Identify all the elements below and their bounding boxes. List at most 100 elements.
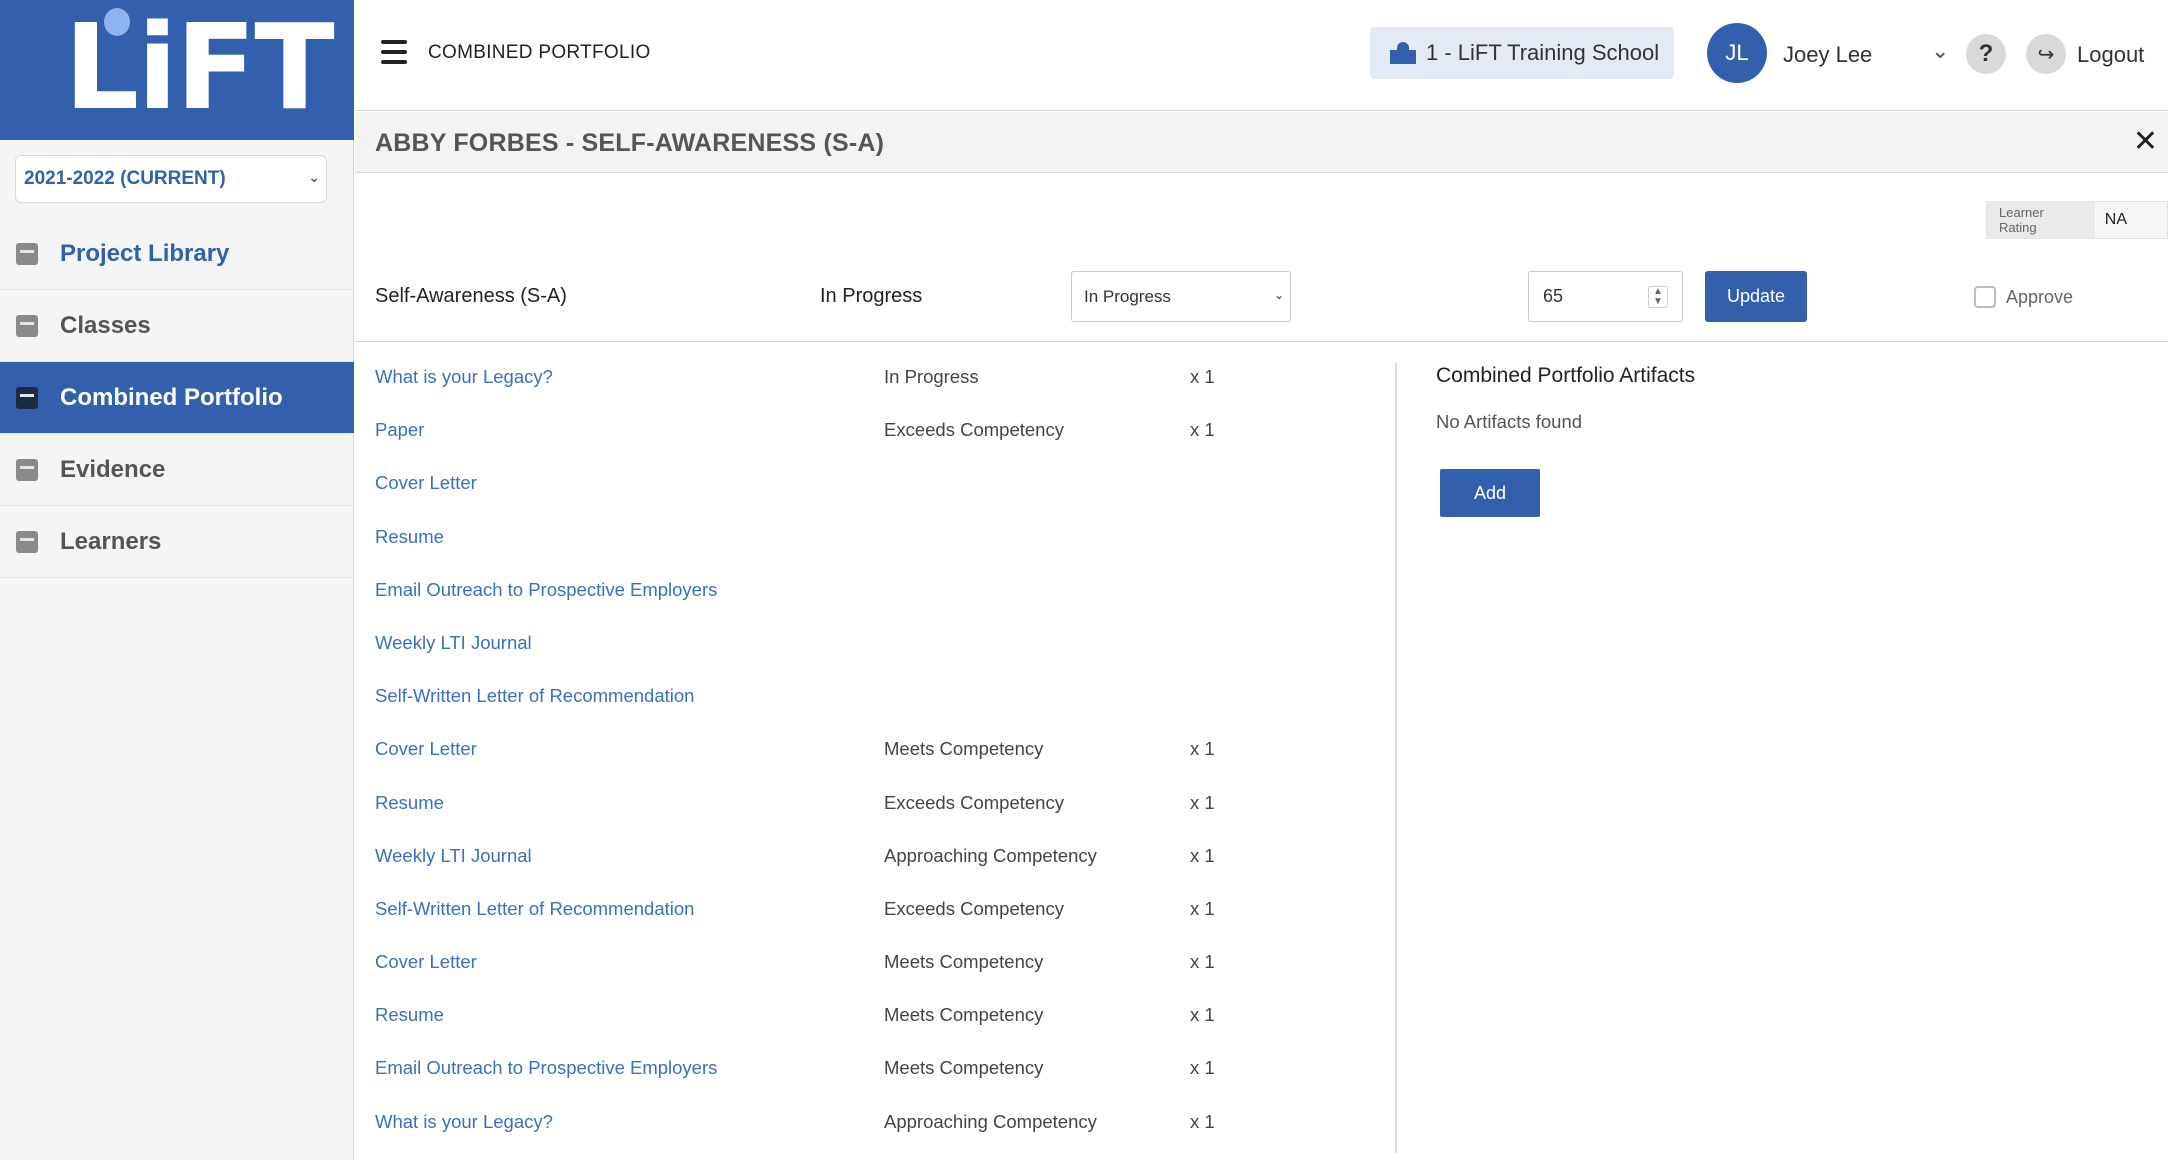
- learner-rating-label: Learner Rating: [1987, 202, 2095, 238]
- list-item: Resume: [375, 518, 1255, 571]
- close-icon[interactable]: ✕: [2133, 124, 2158, 159]
- evidence-link[interactable]: Self-Written Letter of Recommendation: [375, 898, 694, 920]
- approve-label: Approve: [2006, 287, 2074, 307]
- sidebar-item-learners[interactable]: Learners: [0, 506, 354, 578]
- evidence-link[interactable]: Email Outreach to Prospective Employers: [375, 1057, 717, 1079]
- page-title: COMBINED PORTFOLIO: [428, 42, 651, 63]
- evidence-rating: Meets Competency: [884, 738, 1044, 760]
- sidebar-item-label: Evidence: [60, 455, 166, 483]
- status-select[interactable]: In Progress ⌄: [1071, 271, 1291, 322]
- evidence-link[interactable]: Weekly LTI Journal: [375, 845, 532, 867]
- evidence-link[interactable]: Email Outreach to Prospective Employers: [375, 579, 717, 601]
- evidence-rating: Meets Competency: [884, 1057, 1044, 1079]
- evidence-link[interactable]: What is your Legacy?: [375, 1111, 553, 1133]
- status-select-value: In Progress: [1084, 286, 1171, 306]
- evidence-count: x 1: [1190, 366, 1215, 387]
- learner-rating: Learner Rating NA: [1986, 201, 2168, 239]
- list-item: What is your Legacy? In Progress x 1: [375, 358, 1255, 411]
- evidence-rating: Exceeds Competency: [884, 791, 1064, 813]
- evidence-link[interactable]: Resume: [375, 526, 444, 548]
- school-switcher[interactable]: 1 - LiFT Training School: [1370, 27, 1674, 79]
- portfolio-icon: [16, 386, 38, 409]
- evidence-count: x 1: [1190, 738, 1215, 760]
- evidence-link[interactable]: Resume: [375, 792, 444, 814]
- book-icon: [16, 242, 38, 265]
- list-item: Cover Letter Meets Competency x 1: [375, 730, 1255, 783]
- competency-status: In Progress: [820, 285, 923, 307]
- artifacts-empty-message: No Artifacts found: [1436, 411, 1583, 432]
- school-year-select[interactable]: 2021-2022 (CURRENT) ⌄: [15, 155, 327, 203]
- evidence-rating: Exceeds Competency: [884, 419, 1064, 441]
- help-icon[interactable]: ?: [1966, 34, 2006, 74]
- sidebar: LiFT 2021-2022 (CURRENT) ⌄ Project Libra…: [0, 0, 354, 1160]
- stepper-icon[interactable]: ▲ ▼: [1648, 286, 1668, 308]
- panel-title: ABBY FORBES - SELF-AWARENESS (S-A): [375, 129, 885, 157]
- evidence-link[interactable]: Cover Letter: [375, 951, 477, 973]
- school-building-icon: [1390, 42, 1416, 64]
- list-item: Cover Letter Meets Competency x 1: [375, 943, 1255, 996]
- sidebar-item-classes[interactable]: Classes: [0, 290, 354, 362]
- list-item: Cover Letter: [375, 464, 1255, 517]
- sidebar-nav: Project Library Classes Combined Portfol…: [0, 218, 354, 578]
- user-name[interactable]: Joey Lee: [1783, 42, 1872, 68]
- school-name: 1 - LiFT Training School: [1426, 40, 1660, 65]
- add-artifact-button[interactable]: Add: [1440, 469, 1540, 517]
- sidebar-item-evidence[interactable]: Evidence: [0, 434, 354, 506]
- evidence-link[interactable]: Resume: [375, 1004, 444, 1026]
- artifacts-title: Combined Portfolio Artifacts: [1436, 364, 1696, 387]
- hamburger-menu-icon[interactable]: [381, 40, 407, 64]
- evidence-list: What is your Legacy? In Progress x 1 Pap…: [375, 358, 1255, 1156]
- sidebar-item-project-library[interactable]: Project Library: [0, 218, 354, 290]
- evidence-count: x 1: [1190, 951, 1215, 973]
- competency-name: Self-Awareness (S-A): [375, 285, 567, 307]
- evidence-rating: Exceeds Competency: [884, 897, 1064, 919]
- logo[interactable]: LiFT: [0, 0, 354, 140]
- score-input[interactable]: 65 ▲ ▼: [1528, 271, 1683, 322]
- list-item: Resume Meets Competency x 1: [375, 996, 1255, 1049]
- score-value: 65: [1543, 286, 1564, 306]
- list-item: Self-Written Letter of Recommendation: [375, 677, 1255, 730]
- evidence-link[interactable]: Paper: [375, 419, 424, 441]
- learner-rating-value: NA: [2094, 202, 2167, 238]
- evidence-rating: Approaching Competency: [884, 1110, 1097, 1132]
- list-item: Email Outreach to Prospective Employers …: [375, 1049, 1255, 1102]
- chevron-down-icon[interactable]: ⌄: [1931, 38, 1949, 64]
- logout-icon[interactable]: ↪: [2026, 34, 2066, 74]
- list-item: Weekly LTI Journal Approaching Competenc…: [375, 837, 1255, 890]
- sidebar-item-label: Classes: [60, 311, 151, 339]
- evidence-rating: Meets Competency: [884, 951, 1044, 973]
- evidence-rating: In Progress: [884, 366, 979, 387]
- panel-header: ABBY FORBES - SELF-AWARENESS (S-A) ✕: [355, 112, 2168, 173]
- divider: [355, 341, 2168, 342]
- open-book-icon: [16, 314, 38, 337]
- evidence-rating: Approaching Competency: [884, 844, 1097, 866]
- school-year-value: 2021-2022 (CURRENT): [24, 168, 226, 189]
- chevron-down-icon: ⌄: [308, 169, 320, 185]
- list-item: Paper Exceeds Competency x 1: [375, 411, 1255, 464]
- evidence-link[interactable]: Weekly LTI Journal: [375, 632, 532, 654]
- update-button[interactable]: Update: [1705, 271, 1807, 322]
- evidence-count: x 1: [1190, 897, 1215, 919]
- evidence-count: x 1: [1190, 1057, 1215, 1079]
- list-item: Weekly LTI Journal: [375, 624, 1255, 677]
- list-item: Email Outreach to Prospective Employers: [375, 571, 1255, 624]
- logo-text: LiFT: [64, 0, 335, 136]
- evidence-count: x 1: [1190, 844, 1215, 866]
- evidence-count: x 1: [1190, 419, 1215, 441]
- list-item: Self-Written Letter of Recommendation Ex…: [375, 890, 1255, 943]
- evidence-count: x 1: [1190, 1004, 1215, 1026]
- evidence-count: x 1: [1190, 791, 1215, 813]
- logout-link[interactable]: Logout: [2077, 42, 2144, 68]
- chevron-down-icon: ⌄: [1273, 288, 1284, 302]
- approve-checkbox[interactable]: [1974, 286, 1996, 308]
- learners-icon: [16, 530, 38, 553]
- evidence-link[interactable]: Self-Written Letter of Recommendation: [375, 685, 694, 707]
- evidence-link[interactable]: Cover Letter: [375, 472, 477, 494]
- evidence-link[interactable]: What is your Legacy?: [375, 366, 553, 388]
- avatar[interactable]: JL: [1707, 23, 1767, 83]
- sidebar-item-combined-portfolio[interactable]: Combined Portfolio: [0, 362, 354, 434]
- evidence-link[interactable]: Cover Letter: [375, 738, 477, 760]
- divider: [1395, 363, 1397, 1153]
- sidebar-item-label: Combined Portfolio: [60, 383, 283, 411]
- list-item: What is your Legacy? Approaching Compete…: [375, 1103, 1255, 1156]
